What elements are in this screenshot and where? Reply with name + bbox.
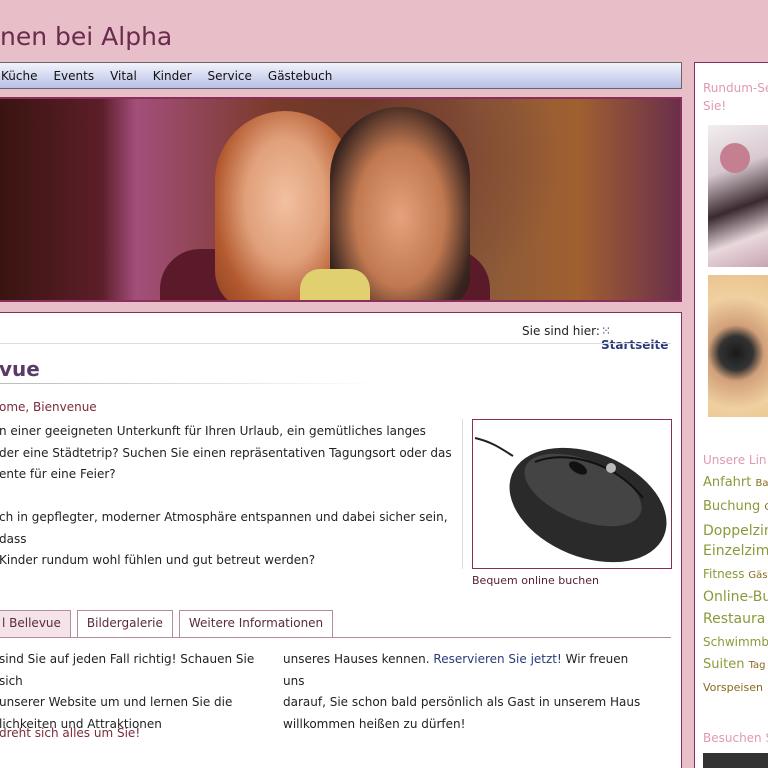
breadcrumb-home-link[interactable]: Startseite — [601, 324, 681, 352]
tag-restaurant[interactable]: Restaura — [703, 611, 765, 627]
tab-weitere-informationen[interactable]: Weitere Informationen — [178, 610, 334, 637]
tab-content-left: sind Sie auf jeden Fall richtig! Schauen… — [0, 652, 255, 731]
tag-online-buchung[interactable]: Online-Bu — [703, 589, 768, 605]
nav-item-events[interactable]: Events — [53, 69, 94, 83]
reserve-now-link[interactable]: Reservieren Sie jetzt! — [433, 652, 561, 666]
tag-anfahrt[interactable]: Anfahrt Ba — [703, 475, 768, 490]
computer-mouse-icon — [474, 437, 667, 563]
site-title: nen bei Alpha — [0, 22, 173, 51]
page-subheading: ome, Bienvenue — [0, 400, 97, 414]
tag-doppelzimmer[interactable]: Doppelzim — [703, 523, 768, 539]
breadcrumb-divider — [0, 343, 671, 344]
tab-bar: l Bellevue Bildergalerie Weitere Informa… — [0, 610, 339, 637]
sidebar-heading-besuchen: Besuchen S — [703, 731, 768, 745]
nav-item-gaestebuch[interactable]: Gästebuch — [268, 69, 332, 83]
tab-divider — [0, 637, 671, 638]
sidebar-photo-bowling[interactable] — [708, 275, 768, 417]
tag-fitness[interactable]: Fitness Gäste — [703, 567, 768, 581]
tab-bildergalerie[interactable]: Bildergalerie — [76, 610, 173, 637]
sidebar: Rundum-Se Sie! Unsere Lin Anfahrt Ba Buc… — [694, 62, 768, 768]
image-caption: Bequem online buchen — [472, 574, 600, 587]
tag-vorspeisen[interactable]: Vorspeisen — [703, 681, 763, 694]
breadcrumb-label: Sie sind hier: — [522, 324, 600, 338]
tab-content-right: unseres Hauses kennen. Reservieren Sie j… — [283, 652, 641, 731]
nav-item-kinder[interactable]: Kinder — [153, 69, 192, 83]
mouse-product-image[interactable] — [472, 419, 672, 569]
hero-image — [0, 97, 682, 302]
tagline: dreht sich alles um Sie! — [0, 726, 141, 740]
tag-einzelzimmer[interactable]: Einzelzimm — [703, 543, 768, 559]
nav-item-kueche[interactable]: Küche — [1, 69, 37, 83]
tab-bellevue[interactable]: l Bellevue — [0, 610, 71, 637]
page-title: vue — [0, 357, 40, 381]
main-nav: Küche Events Vital Kinder Service Gästeb… — [0, 62, 682, 89]
title-divider — [0, 383, 379, 384]
main-content: Sie sind hier: Startseite vue ome, Bienv… — [0, 312, 682, 768]
nav-item-vital[interactable]: Vital — [110, 69, 137, 83]
sidebar-thumbnail[interactable] — [703, 753, 768, 768]
nav-item-service[interactable]: Service — [208, 69, 252, 83]
tag-suiten[interactable]: Suiten Tag — [703, 657, 766, 672]
tag-schwimmbad[interactable]: Schwimmb — [703, 635, 768, 649]
sidebar-heading-links: Unsere Lin — [703, 453, 767, 467]
sidebar-photo-wedding[interactable] — [708, 125, 768, 267]
sidebar-heading-rundum: Rundum-Se Sie! — [703, 81, 768, 113]
intro-text: n einer geeigneten Unterkunft für Ihren … — [0, 424, 452, 567]
tag-buchung[interactable]: Buchung O — [703, 499, 768, 514]
